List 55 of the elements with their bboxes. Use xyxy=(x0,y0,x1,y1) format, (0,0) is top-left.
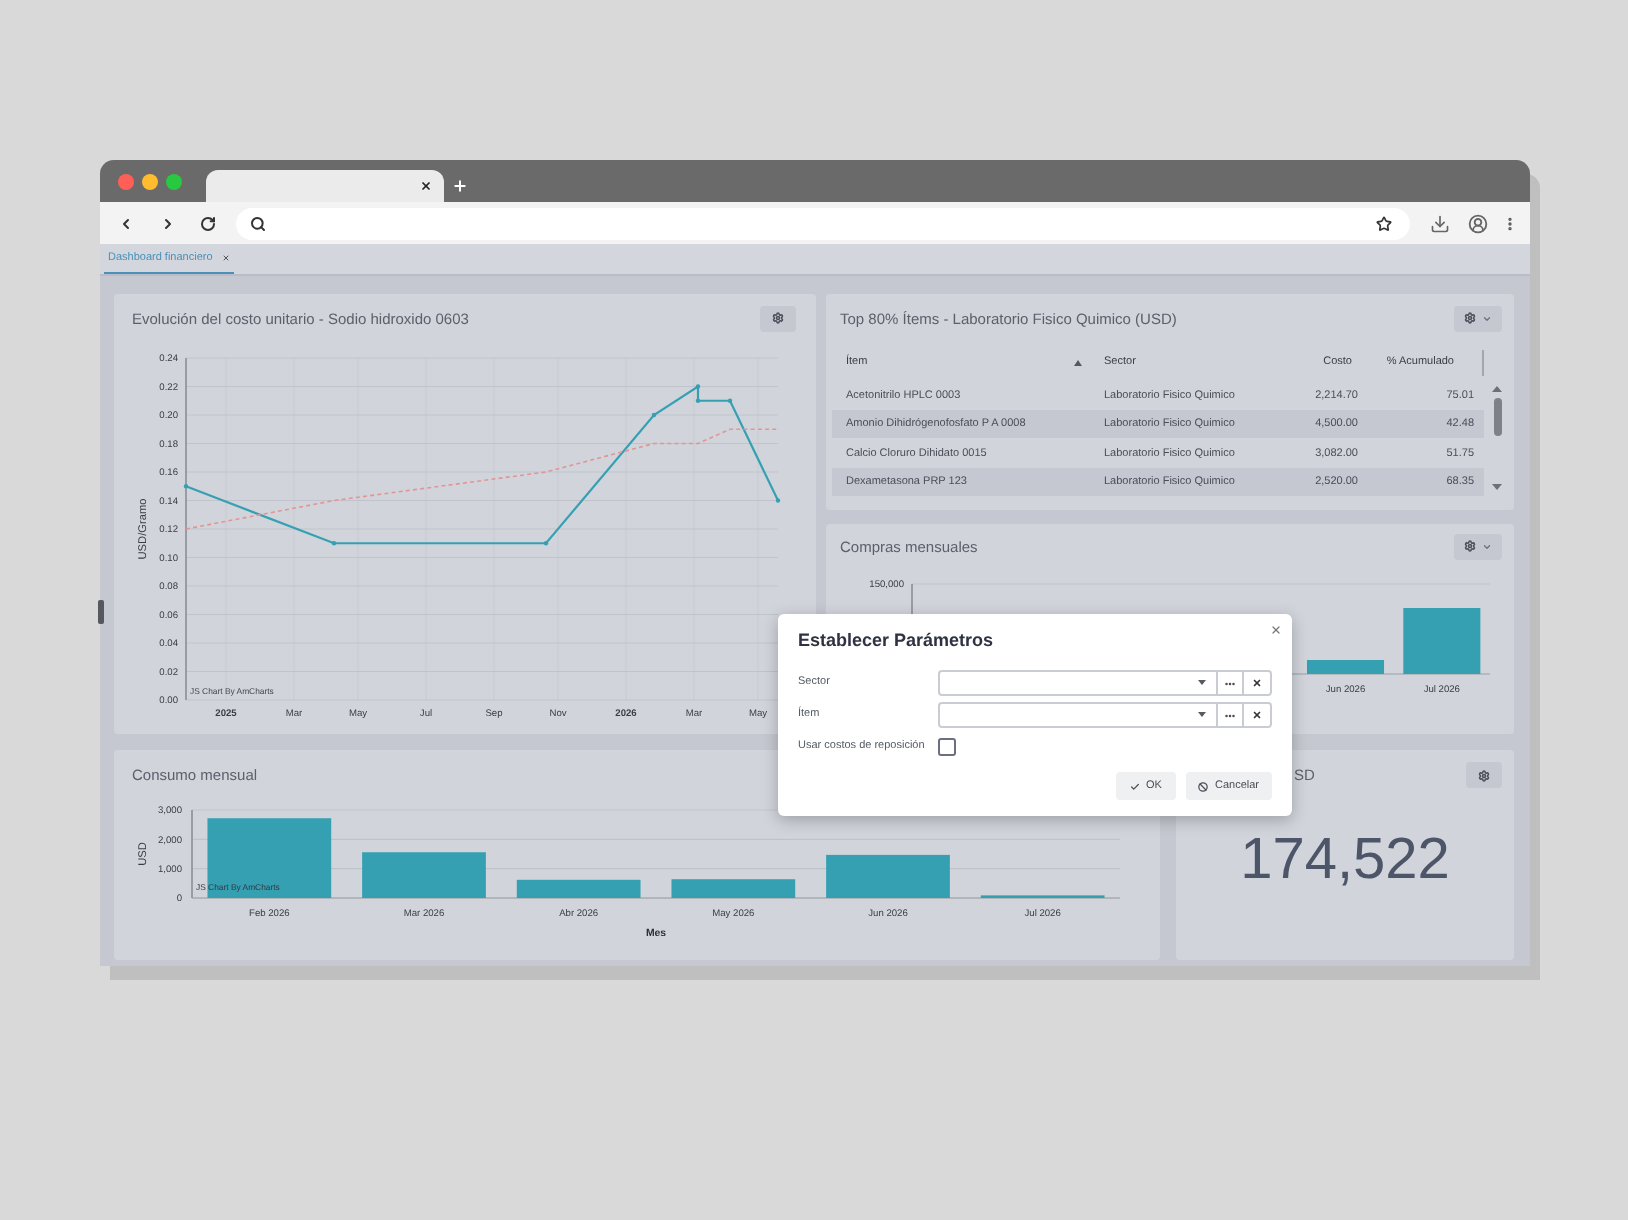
maximize-window-icon[interactable] xyxy=(166,173,182,189)
dialog-title: Establecer Parámetros xyxy=(798,628,996,654)
forward-icon[interactable] xyxy=(160,215,176,231)
settings-icon xyxy=(1478,769,1490,781)
clear-icon xyxy=(1252,710,1262,720)
reload-icon[interactable] xyxy=(200,215,216,231)
settings-icon xyxy=(772,312,784,324)
caret-down-icon xyxy=(1198,680,1206,686)
data-point xyxy=(775,498,781,503)
chevron-down-icon xyxy=(1482,541,1492,551)
clear-icon xyxy=(1252,678,1262,688)
data-point xyxy=(651,412,657,418)
search-icon xyxy=(250,215,266,231)
resize-handle[interactable] xyxy=(98,600,104,624)
data-point xyxy=(727,398,733,403)
caret-down-icon xyxy=(1198,712,1206,718)
y-axis xyxy=(191,809,193,899)
settings-icon xyxy=(1464,312,1476,324)
more-button[interactable] xyxy=(1218,670,1244,696)
settings-dropdown-button[interactable] xyxy=(1454,305,1502,331)
settings-icon xyxy=(1464,540,1476,552)
data-point xyxy=(695,384,701,389)
data-point xyxy=(543,541,549,546)
settings-button[interactable] xyxy=(760,305,796,331)
bar xyxy=(1403,608,1481,674)
menu-icon[interactable] xyxy=(1502,215,1518,231)
minimize-window-icon[interactable] xyxy=(142,173,158,189)
star-icon[interactable] xyxy=(1376,215,1392,231)
settings-button[interactable] xyxy=(1466,762,1502,788)
scroll-down-icon[interactable] xyxy=(1492,484,1502,490)
select-field[interactable] xyxy=(938,670,1218,696)
new-tab-icon[interactable] xyxy=(452,178,468,194)
cancel-icon xyxy=(1198,781,1209,791)
more-button[interactable] xyxy=(1218,702,1244,728)
checkbox[interactable] xyxy=(938,738,956,756)
clear-button[interactable] xyxy=(1244,670,1272,696)
check-icon xyxy=(1130,781,1141,791)
clear-button[interactable] xyxy=(1244,702,1272,728)
ellipsis-icon xyxy=(1224,709,1236,721)
bar xyxy=(1306,660,1385,674)
profile-avatar-icon[interactable] xyxy=(1468,213,1488,233)
data-point xyxy=(695,398,701,403)
scroll-up-icon[interactable] xyxy=(1492,386,1502,392)
close-icon[interactable] xyxy=(420,180,432,192)
back-icon[interactable] xyxy=(118,215,134,231)
settings-dropdown-button[interactable] xyxy=(1454,533,1502,559)
download-icon[interactable] xyxy=(1430,213,1450,233)
select-field[interactable] xyxy=(938,702,1218,728)
data-point xyxy=(331,541,337,546)
sort-ascending-icon xyxy=(1074,360,1082,366)
chevron-down-icon xyxy=(1482,313,1492,323)
scrollbar-thumb[interactable] xyxy=(1493,398,1501,436)
data-point xyxy=(183,484,189,489)
ellipsis-icon xyxy=(1224,677,1236,689)
total-value: 174,522 xyxy=(1240,828,1450,892)
